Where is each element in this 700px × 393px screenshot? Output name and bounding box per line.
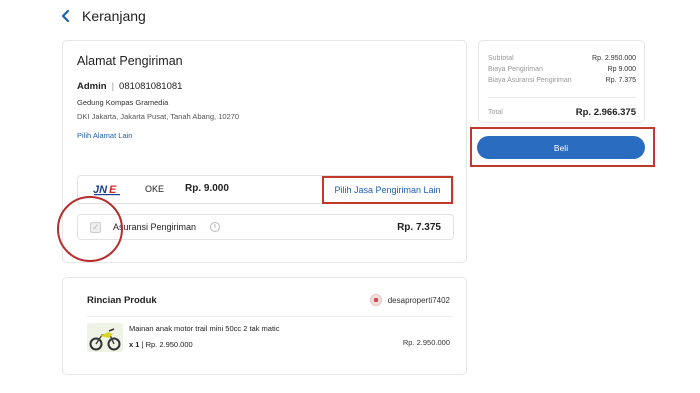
info-icon[interactable]: i <box>210 222 220 232</box>
summary-divider <box>488 97 636 98</box>
order-summary-card: Subtotal Rp. 2.950.000 Biaya Pengiriman … <box>478 40 645 123</box>
header-bar: Keranjang <box>0 0 700 34</box>
product-thumbnail[interactable] <box>87 323 123 352</box>
change-address-link[interactable]: Pilih Alamat Lain <box>77 131 132 140</box>
product-detail-card: Rincian Produk desaproperti7402 Mainan a… <box>62 277 467 375</box>
divider <box>87 316 453 317</box>
subtotal-label: Subtotal <box>488 55 514 62</box>
insurance-cost-value: Rp. 7.375 <box>605 77 636 84</box>
product-qty: x 1 <box>129 340 140 349</box>
page-title: Keranjang <box>82 8 146 24</box>
recipient-phone: 081081081081 <box>119 81 183 92</box>
shop-icon <box>369 294 382 306</box>
summary-subtotal-row: Subtotal Rp. 2.950.000 <box>488 55 636 62</box>
subtotal-value: Rp. 2.950.000 <box>592 55 636 62</box>
courier-service: OKE <box>145 184 165 194</box>
buy-button[interactable]: Beli <box>477 136 645 159</box>
total-label: Total <box>488 109 503 116</box>
recipient-separator: | <box>111 81 115 92</box>
shipping-cost-value: Rp 9.000 <box>607 66 636 73</box>
address-line-1: Gedung Kompas Gramedia <box>77 98 169 107</box>
courier-row: JN E OKE Rp. 9.000 Pilih Jasa Pengiriman… <box>77 175 454 204</box>
seller-name: desaproperti7402 <box>387 295 450 305</box>
product-line-total: Rp. 2.950.000 <box>402 338 450 347</box>
jne-logo: JN E <box>93 184 120 196</box>
change-courier-button[interactable]: Pilih Jasa Pengiriman Lain <box>322 176 453 204</box>
qty-separator: | <box>141 340 144 349</box>
recipient-name: Admin <box>77 81 107 92</box>
insurance-label: Asuransi Pengiriman <box>113 222 197 232</box>
section-title-product: Rincian Produk <box>87 295 157 306</box>
shipping-cost-label: Biaya Pengiriman <box>488 66 543 73</box>
highlight-circle <box>57 196 123 262</box>
chevron-left-icon[interactable] <box>58 7 74 25</box>
summary-insurance-row: Biaya Asuransi Pengiriman Rp. 7.375 <box>488 77 636 84</box>
product-qty-price: x 1 | Rp. 2.950.000 <box>129 340 193 349</box>
recipient-info: Admin | 081081081081 <box>77 81 182 92</box>
insurance-row: ✓ Asuransi Pengiriman i Rp. 7.375 <box>77 214 454 240</box>
courier-price: Rp. 9.000 <box>185 183 229 194</box>
insurance-price: Rp. 7.375 <box>397 222 441 233</box>
product-name: Mainan anak motor trail mini 50cc 2 tak … <box>129 324 280 333</box>
total-value: Rp. 2.966.375 <box>575 107 636 118</box>
product-unit-price: Rp. 2.950.000 <box>145 340 193 349</box>
address-line-2: DKI Jakarta, Jakarta Pusat, Tanah Abang,… <box>77 112 240 121</box>
section-title-address: Alamat Pengiriman <box>77 54 183 68</box>
seller-info[interactable]: desaproperti7402 <box>369 294 450 306</box>
insurance-cost-label: Biaya Asuransi Pengiriman <box>488 77 572 84</box>
summary-shipping-row: Biaya Pengiriman Rp 9.000 <box>488 66 636 73</box>
summary-total-row: Total Rp. 2.966.375 <box>488 107 636 118</box>
